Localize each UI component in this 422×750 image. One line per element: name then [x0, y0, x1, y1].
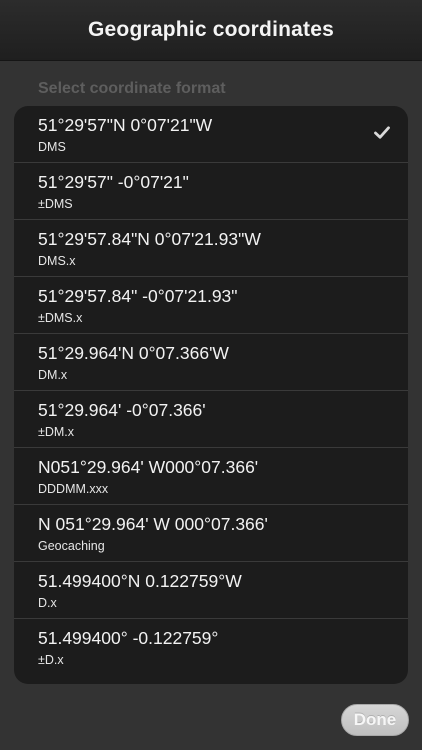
format-row-signed-dm-x[interactable]: 51°29.964' -0°07.366' ±DM.x — [14, 391, 408, 448]
format-row-dm-x[interactable]: 51°29.964'N 0°07.366'W DM.x — [14, 334, 408, 391]
format-name: ±DM.x — [38, 425, 75, 439]
format-name: ±D.x — [38, 653, 64, 667]
format-row-signed-dms-x[interactable]: 51°29'57.84" -0°07'21.93" ±DMS.x — [14, 277, 408, 334]
coordinate-value: 51.499400° -0.122759° — [38, 628, 219, 648]
coordinate-value: N051°29.964' W000°07.366' — [38, 457, 259, 477]
coordinate-value: 51°29'57.84" -0°07'21.93" — [38, 286, 238, 306]
format-name: D.x — [38, 596, 57, 610]
checkmark-icon — [374, 126, 390, 139]
format-row-dddmm[interactable]: N051°29.964' W000°07.366' DDDMM.xxx — [14, 448, 408, 505]
coordinate-value: 51°29'57" -0°07'21" — [38, 172, 189, 192]
coordinate-value: N 051°29.964' W 000°07.366' — [38, 514, 268, 534]
format-list: 51°29'57"N 0°07'21"W DMS 51°29'57" -0°07… — [14, 106, 408, 684]
format-name: DMS — [38, 140, 66, 154]
format-row-signed-dms[interactable]: 51°29'57" -0°07'21" ±DMS — [14, 163, 408, 220]
coordinate-value: 51°29.964' -0°07.366' — [38, 400, 206, 420]
format-name: DDDMM.xxx — [38, 482, 109, 496]
coordinate-value: 51°29'57"N 0°07'21"W — [38, 115, 213, 135]
format-name: DM.x — [38, 368, 68, 382]
done-button[interactable]: Done — [341, 704, 409, 736]
format-row-dms-x[interactable]: 51°29'57.84"N 0°07'21.93"W DMS.x — [14, 220, 408, 277]
coordinate-value: 51°29.964'N 0°07.366'W — [38, 343, 229, 363]
format-name: Geocaching — [38, 539, 105, 553]
format-name: ±DMS — [38, 197, 73, 211]
format-name: ±DMS.x — [38, 311, 83, 325]
format-row-dms[interactable]: 51°29'57"N 0°07'21"W DMS — [14, 106, 408, 163]
coordinate-value: 51.499400°N 0.122759°W — [38, 571, 242, 591]
page-title: Geographic coordinates — [88, 18, 334, 41]
section-header: Select coordinate format — [38, 80, 226, 97]
format-name: DMS.x — [38, 254, 76, 268]
coordinate-value: 51°29'57.84"N 0°07'21.93"W — [38, 229, 261, 249]
navigation-bar: Geographic coordinates — [0, 0, 422, 61]
format-row-geocaching[interactable]: N 051°29.964' W 000°07.366' Geocaching — [14, 505, 408, 562]
format-row-signed-d-x[interactable]: 51.499400° -0.122759° ±D.x — [14, 619, 408, 678]
format-row-d-x[interactable]: 51.499400°N 0.122759°W D.x — [14, 562, 408, 619]
